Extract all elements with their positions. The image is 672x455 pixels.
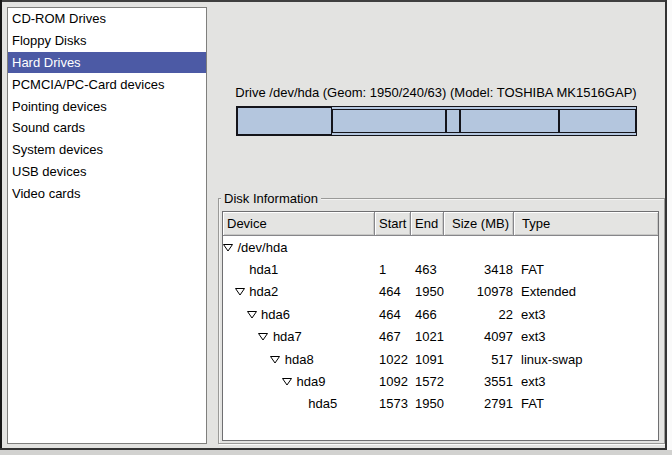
table-row-hda5[interactable]: hda5 157319502791FAT [223, 393, 658, 415]
table-row-hda2[interactable]: hda2 464195010978Extended [223, 281, 658, 303]
disk-information-group: Disk Information DeviceStartEndSize (MB)… [218, 198, 665, 444]
column-header-type[interactable]: Type [514, 212, 658, 236]
type-cell: linux-swap [514, 348, 658, 370]
partition-segment-hda7 [332, 109, 446, 133]
type-cell [514, 236, 658, 258]
device-name: hda7 [273, 329, 302, 344]
start-cell: 1092 [375, 370, 411, 392]
device-name: /dev/hda [238, 240, 288, 255]
device-cell: hda9 [223, 370, 375, 392]
hardware-browser-window: CD-ROM DrivesFloppy DisksHard DrivesPCMC… [0, 0, 667, 450]
partition-segment-hda5 [559, 109, 636, 133]
sidebar-item-floppy-disks[interactable]: Floppy Disks [8, 30, 206, 52]
sidebar-item-usb-devices[interactable]: USB devices [8, 161, 206, 183]
type-cell: ext3 [514, 326, 658, 348]
sidebar-item-pointing-devices[interactable]: Pointing devices [8, 95, 206, 117]
size-cell: 4097 [444, 326, 514, 348]
partition-table: DeviceStartEndSize (MB)Type /dev/hda hda1… [222, 211, 659, 441]
device-cell: hda6 [223, 303, 375, 325]
window-border-top [0, 0, 667, 2]
table-row-hda1[interactable]: hda1 14633418FAT [223, 258, 658, 280]
expander-open-icon[interactable] [223, 243, 233, 252]
expander-open-icon[interactable] [282, 377, 292, 386]
size-cell [444, 236, 514, 258]
partition-table-body: /dev/hdahda114633418FAThda2464195010978E… [223, 236, 658, 415]
expander-open-icon[interactable] [270, 355, 280, 364]
start-cell [375, 236, 411, 258]
expander-open-icon[interactable] [247, 310, 257, 319]
sidebar-item-sound-cards[interactable]: Sound cards [8, 117, 206, 139]
sidebar-item-video-cards[interactable]: Video cards [8, 182, 206, 204]
type-cell: FAT [514, 258, 658, 280]
device-name: hda2 [249, 284, 278, 299]
table-row--dev-hda[interactable]: /dev/hda [223, 236, 658, 258]
device-cell: hda8 [223, 348, 375, 370]
size-cell: 10978 [444, 281, 514, 303]
partition-segment-hda9 [460, 109, 559, 133]
table-row-hda6[interactable]: hda6 46446622ext3 [223, 303, 658, 325]
drive-info-label: Drive /dev/hda (Geom: 1950/240/63) (Mode… [235, 85, 637, 100]
expander-open-icon[interactable] [258, 332, 268, 341]
type-cell: ext3 [514, 303, 658, 325]
end-cell: 1021 [411, 326, 444, 348]
device-category-list: CD-ROM DrivesFloppy DisksHard DrivesPCMC… [7, 7, 207, 444]
device-cell: hda7 [223, 326, 375, 348]
table-row-hda9[interactable]: hda9 109215723551ext3 [223, 370, 658, 392]
device-cell: hda5 [223, 393, 375, 415]
start-cell: 464 [375, 303, 411, 325]
size-cell: 517 [444, 348, 514, 370]
type-cell: Extended [514, 281, 658, 303]
expander-open-icon[interactable] [235, 287, 245, 296]
size-cell: 3551 [444, 370, 514, 392]
partition-bar [236, 106, 637, 136]
size-cell: 22 [444, 303, 514, 325]
device-name: hda1 [249, 262, 278, 277]
device-cell: hda2 [223, 281, 375, 303]
start-cell: 467 [375, 326, 411, 348]
device-name: hda9 [297, 374, 326, 389]
end-cell: 1572 [411, 370, 444, 392]
size-cell: 3418 [444, 258, 514, 280]
end-cell: 1091 [411, 348, 444, 370]
desktop-strip [0, 450, 672, 455]
start-cell: 1573 [375, 393, 411, 415]
device-name: hda5 [308, 396, 337, 411]
start-cell: 1 [375, 258, 411, 280]
sidebar-item-hard-drives[interactable]: Hard Drives [8, 52, 206, 74]
start-cell: 464 [375, 281, 411, 303]
column-header-size-mb-[interactable]: Size (MB) [444, 212, 514, 236]
window-border-right [665, 0, 667, 450]
start-cell: 1022 [375, 348, 411, 370]
device-name: hda8 [285, 352, 314, 367]
window-border-left [0, 0, 2, 450]
end-cell: 1950 [411, 393, 444, 415]
end-cell: 1950 [411, 281, 444, 303]
sidebar-item-pcmcia-pc-card-devices[interactable]: PCMCIA/PC-Card devices [8, 73, 206, 95]
end-cell: 463 [411, 258, 444, 280]
device-name: hda6 [261, 307, 290, 322]
partition-segment-hda1 [237, 107, 332, 135]
end-cell [411, 236, 444, 258]
table-row-hda7[interactable]: hda7 46710214097ext3 [223, 326, 658, 348]
sidebar-item-system-devices[interactable]: System devices [8, 139, 206, 161]
column-header-device[interactable]: Device [223, 212, 375, 236]
device-cell: hda1 [223, 258, 375, 280]
disk-information-title: Disk Information [221, 192, 321, 206]
sidebar-item-cd-rom-drives[interactable]: CD-ROM Drives [8, 8, 206, 30]
partition-table-header: DeviceStartEndSize (MB)Type [223, 212, 658, 236]
column-header-end[interactable]: End [411, 212, 444, 236]
type-cell: FAT [514, 393, 658, 415]
device-cell: /dev/hda [223, 236, 375, 258]
table-row-hda8[interactable]: hda8 10221091517linux-swap [223, 348, 658, 370]
column-header-start[interactable]: Start [375, 212, 411, 236]
end-cell: 466 [411, 303, 444, 325]
partition-segment-hda8 [446, 109, 460, 133]
size-cell: 2791 [444, 393, 514, 415]
type-cell: ext3 [514, 370, 658, 392]
